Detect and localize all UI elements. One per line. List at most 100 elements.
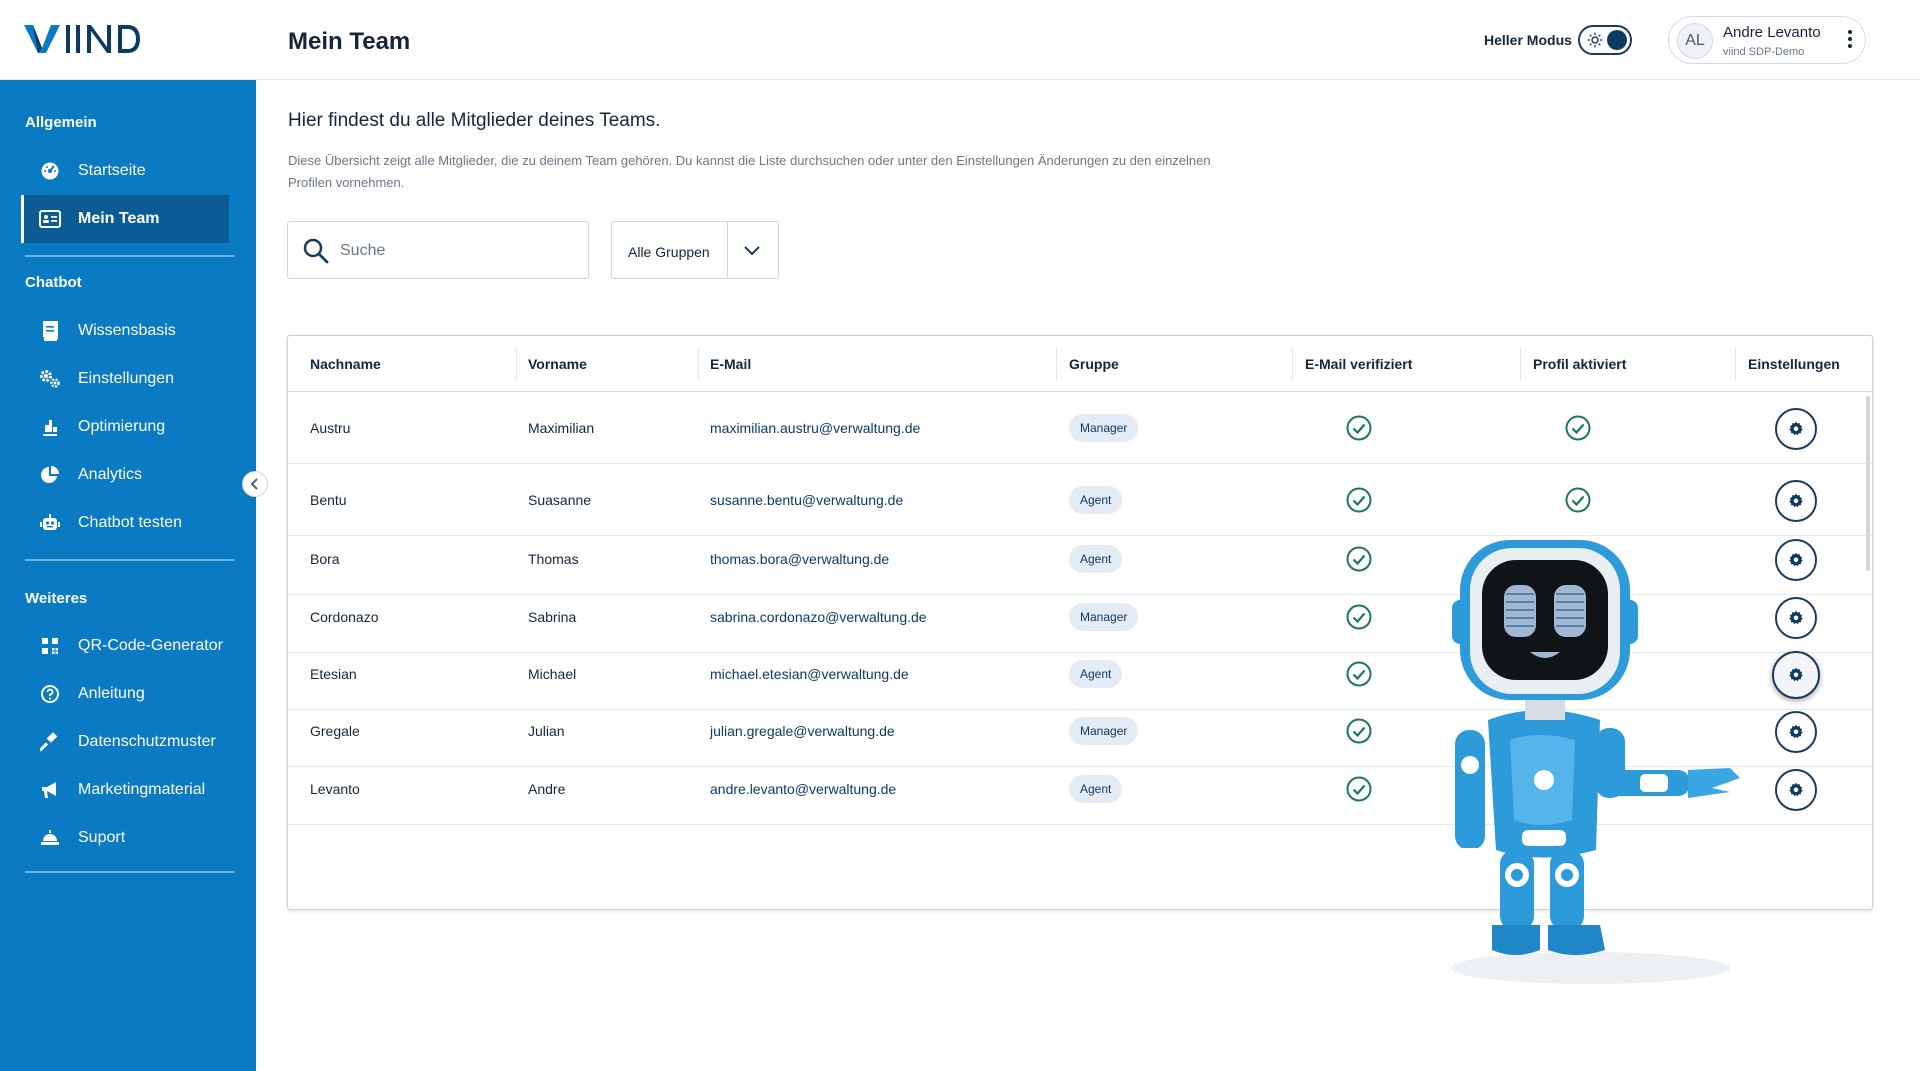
column-header-settings: Einstellungen <box>1748 356 1840 372</box>
cell-nachname: Bora <box>310 551 340 567</box>
cell-email[interactable]: andre.levanto@verwaltung.de <box>710 781 896 797</box>
dashboard-icon <box>39 160 61 182</box>
profile-active-check-icon <box>1564 414 1592 442</box>
table-header: Nachname Vorname E-Mail Gruppe E-Mail ve… <box>288 336 1872 392</box>
sidebar-item-startseite[interactable]: Startseite <box>21 147 229 195</box>
search-box[interactable] <box>287 221 589 279</box>
megaphone-icon <box>39 779 61 801</box>
column-header-gruppe[interactable]: Gruppe <box>1069 356 1119 372</box>
column-header-vorname[interactable]: Vorname <box>528 356 587 372</box>
cell-nachname: Levanto <box>310 781 360 797</box>
gears-icon <box>39 368 61 390</box>
column-separator <box>1292 348 1293 380</box>
top-header: Mein Team Heller Modus AL Andre Levanto … <box>0 0 1920 80</box>
row-settings-button[interactable] <box>1772 651 1820 699</box>
cell-nachname: Etesian <box>310 666 357 682</box>
profile-active-check-icon <box>1564 486 1592 514</box>
sidebar-item-label: Startseite <box>78 162 146 179</box>
cell-vorname: Sabrina <box>528 609 577 625</box>
sidebar-section-weiteres: Weiteres <box>25 590 88 607</box>
sidebar-item-analytics[interactable]: Analytics <box>21 451 229 499</box>
row-settings-button[interactable] <box>1775 769 1817 811</box>
chevron-left-icon <box>250 478 258 490</box>
team-card-icon <box>39 208 61 230</box>
more-vertical-icon[interactable] <box>1847 29 1853 51</box>
column-header-email-verified[interactable]: E-Mail verifiziert <box>1305 356 1412 372</box>
sidebar-item-label: Marketingmaterial <box>78 781 206 798</box>
sidebar-item-optimierung[interactable]: Optimierung <box>21 403 229 451</box>
gear-icon <box>1788 610 1804 626</box>
row-settings-button[interactable] <box>1775 480 1817 522</box>
sidebar-item-label: Wissensbasis <box>78 322 176 339</box>
group-badge: Agent <box>1069 660 1123 688</box>
table-scrollbar[interactable] <box>1866 396 1870 571</box>
sidebar-item-chatbot-testen[interactable]: Chatbot testen <box>21 499 229 547</box>
email-verified-check-icon <box>1345 775 1373 803</box>
cell-email[interactable]: thomas.bora@verwaltung.de <box>710 551 889 567</box>
sidebar-item-label: Analytics <box>78 466 143 483</box>
row-settings-button[interactable] <box>1775 711 1817 753</box>
light-mode-label: Heller Modus <box>1484 32 1572 48</box>
email-verified-check-icon <box>1345 717 1373 745</box>
row-settings-button[interactable] <box>1775 539 1817 581</box>
sidebar-item-wissensbasis[interactable]: Wissensbasis <box>21 307 229 355</box>
column-header-profile-active[interactable]: Profil aktiviert <box>1533 356 1626 372</box>
group-filter-value: Alle Gruppen <box>628 244 710 260</box>
sidebar-collapse-button[interactable] <box>242 471 268 497</box>
row-settings-button[interactable] <box>1775 408 1817 450</box>
column-separator <box>1520 348 1521 380</box>
search-icon <box>303 238 329 264</box>
cell-nachname: Gregale <box>310 723 360 739</box>
group-badge: Manager <box>1069 717 1139 745</box>
select-separator <box>727 222 728 278</box>
sidebar-item-datenschutzmuster[interactable]: Datenschutzmuster <box>21 718 229 766</box>
viind-logo <box>24 25 140 53</box>
sidebar-item-label: Datenschutzmuster <box>78 733 216 750</box>
user-name: Andre Levanto <box>1723 24 1821 41</box>
robot-mascot-illustration <box>1450 540 1740 984</box>
sidebar-divider <box>25 871 234 873</box>
search-input[interactable] <box>340 238 570 264</box>
chevron-down-icon[interactable] <box>742 240 762 260</box>
email-verified-check-icon <box>1345 414 1373 442</box>
sidebar-divider <box>25 559 234 561</box>
sidebar-item-label: QR-Code-Generator <box>78 637 223 654</box>
page-title: Mein Team <box>288 28 411 55</box>
group-badge: Agent <box>1069 486 1123 514</box>
column-header-email[interactable]: E-Mail <box>710 356 751 372</box>
gear-icon <box>1788 782 1804 798</box>
cell-email[interactable]: susanne.bentu@verwaltung.de <box>710 492 903 508</box>
sidebar-item-label: Anleitung <box>78 685 145 702</box>
sidebar-item-mein-team[interactable]: Mein Team <box>21 195 229 243</box>
qr-code-icon <box>39 635 61 657</box>
sidebar-item-label: Einstellungen <box>78 370 175 387</box>
avatar: AL <box>1677 23 1713 59</box>
group-badge: Manager <box>1069 414 1139 442</box>
cell-email[interactable]: maximilian.austru@verwaltung.de <box>710 420 920 436</box>
cell-email[interactable]: julian.gregale@verwaltung.de <box>710 723 895 739</box>
column-separator <box>516 348 517 380</box>
cell-email[interactable]: michael.etesian@verwaltung.de <box>710 666 909 682</box>
email-verified-check-icon <box>1345 660 1373 688</box>
sidebar-item-einstellungen[interactable]: Einstellungen <box>21 355 229 403</box>
cell-email[interactable]: sabrina.cordonazo@verwaltung.de <box>710 609 927 625</box>
intro-description: Diese Übersicht zeigt alle Mitglieder, d… <box>288 153 1211 190</box>
light-mode-toggle[interactable] <box>1578 25 1632 55</box>
sidebar-item-suport[interactable]: Suport <box>21 814 229 862</box>
gear-icon <box>1788 667 1804 683</box>
sidebar-item-label: Mein Team <box>78 210 160 227</box>
sidebar-item-label: Suport <box>78 829 126 846</box>
sidebar-item-marketingmaterial[interactable]: Marketingmaterial <box>21 766 229 814</box>
group-filter-select[interactable]: Alle Gruppen <box>611 221 779 279</box>
sidebar-divider <box>25 255 234 257</box>
cell-vorname: Julian <box>528 723 565 739</box>
sidebar-item-anleitung[interactable]: Anleitung <box>21 670 229 718</box>
row-settings-button[interactable] <box>1775 597 1817 639</box>
group-badge: Agent <box>1069 545 1123 573</box>
gavel-icon <box>39 731 61 753</box>
column-separator <box>698 348 699 380</box>
cell-vorname: Andre <box>528 781 566 797</box>
sidebar-item-qr-code-generator[interactable]: QR-Code-Generator <box>21 622 229 670</box>
user-menu-card[interactable]: AL Andre Levanto viind SDP-Demo <box>1668 16 1866 64</box>
column-header-nachname[interactable]: Nachname <box>310 356 381 372</box>
